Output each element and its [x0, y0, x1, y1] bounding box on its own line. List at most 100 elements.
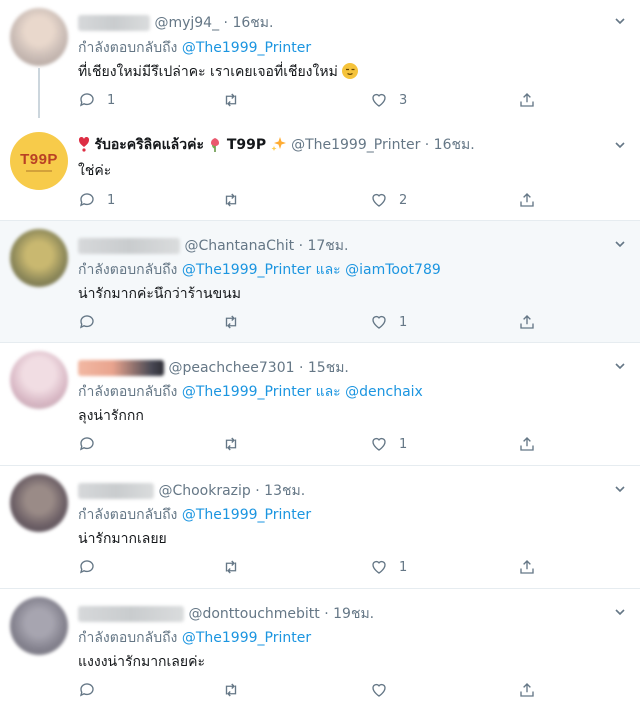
emoji-icon [342, 63, 359, 79]
tweet[interactable]: @myj94_ · 16ชม. กำลังตอบกลับถึง @The1999… [0, 0, 640, 124]
tweet-actions: 1 [78, 557, 548, 577]
mention-link[interactable]: @iamToot789 [345, 262, 441, 278]
blurred-display-name [78, 606, 184, 622]
tweet-time[interactable]: · 13ชม. [255, 483, 305, 499]
retweet-button[interactable] [222, 557, 251, 577]
share-icon [520, 683, 534, 697]
chevron-down-icon[interactable] [614, 235, 626, 248]
tweet-time[interactable]: · 16ชม. [224, 15, 274, 31]
mention-link[interactable]: @denchaix [345, 384, 423, 400]
retweet-button[interactable] [222, 434, 251, 454]
reply-button[interactable]: 1 [78, 190, 115, 210]
retweet-button[interactable] [222, 312, 251, 332]
reply-icon [79, 683, 94, 697]
and-word: และ [315, 262, 341, 278]
reply-icon [79, 315, 94, 329]
mention-link[interactable]: @The1999_Printer [182, 40, 311, 56]
like-button[interactable] [370, 680, 399, 700]
reply-button[interactable] [78, 434, 107, 454]
reply-icon [79, 437, 94, 451]
chevron-down-icon[interactable] [614, 480, 626, 493]
tweet-header: รับอะคริลิคแล้วค่ะ T99P @The1999_Printer… [78, 134, 475, 156]
reply-prefix: กำลังตอบกลับถึง [78, 630, 178, 646]
avatar[interactable] [10, 8, 68, 66]
blurred-display-name [78, 483, 154, 499]
blurred-display-name [78, 360, 164, 376]
share-button[interactable] [518, 557, 536, 577]
avatar[interactable] [10, 351, 68, 409]
chevron-down-icon[interactable] [614, 136, 626, 149]
heart-icon [372, 560, 386, 574]
tweet[interactable]: @Chookrazip · 13ชม. กำลังตอบกลับถึง @The… [0, 466, 640, 589]
user-handle[interactable]: @Chookrazip [158, 483, 250, 499]
retweet-icon [225, 437, 237, 451]
heart-icon [372, 193, 386, 207]
tweet-actions: 1 [78, 312, 548, 332]
retweet-button[interactable] [222, 90, 251, 110]
heart-icon [372, 93, 386, 107]
share-icon [520, 437, 534, 451]
reply-icon [79, 93, 94, 107]
reply-icon [79, 560, 94, 574]
share-button[interactable] [518, 90, 536, 110]
mention-link[interactable]: @The1999_Printer [182, 507, 311, 523]
like-button[interactable]: 1 [370, 557, 407, 577]
chevron-down-icon[interactable] [614, 12, 626, 25]
tweet-text: น่ารักมากค่ะนึกว่าร้านขนม [78, 286, 241, 302]
share-icon [520, 193, 534, 207]
reply-button[interactable] [78, 312, 107, 332]
avatar[interactable]: T99P [10, 132, 68, 190]
heart-emoji-icon [78, 136, 90, 152]
retweet-button[interactable] [222, 680, 251, 700]
like-count: 2 [399, 192, 408, 208]
user-handle[interactable]: @peachchee7301 [168, 360, 294, 376]
replying-to: กำลังตอบกลับถึง @The1999_Printer [78, 627, 311, 649]
like-button[interactable]: 1 [370, 312, 407, 332]
heart-icon [372, 683, 386, 697]
blurred-display-name [78, 238, 180, 254]
chevron-down-icon[interactable] [614, 357, 626, 370]
mention-link[interactable]: @The1999_Printer [182, 630, 311, 646]
avatar[interactable] [10, 474, 68, 532]
reply-prefix: กำลังตอบกลับถึง [78, 507, 178, 523]
chevron-down-icon[interactable] [614, 603, 626, 616]
user-handle[interactable]: @The1999_Printer [291, 137, 420, 153]
mention-link[interactable]: @The1999_Printer [182, 384, 311, 400]
tweet[interactable]: @ChantanaChit · 17ชม. กำลังตอบกลับถึง @T… [0, 221, 640, 343]
like-count: 1 [399, 314, 408, 330]
like-button[interactable]: 3 [370, 90, 407, 110]
share-button[interactable] [518, 312, 536, 332]
replying-to: กำลังตอบกลับถึง @The1999_Printer และ @ia… [78, 259, 441, 281]
tweet-time[interactable]: · 17ชม. [299, 238, 349, 254]
tweet-time[interactable]: · 19ชม. [324, 606, 374, 622]
reply-prefix: กำลังตอบกลับถึง [78, 262, 178, 278]
display-name-suffix[interactable]: T99P [227, 137, 266, 153]
tweet-header: @myj94_ · 16ชม. [78, 12, 273, 34]
tweet[interactable]: @peachchee7301 · 15ชม. กำลังตอบกลับถึง @… [0, 343, 640, 466]
avatar[interactable] [10, 229, 68, 287]
user-handle[interactable]: @ChantanaChit [184, 238, 294, 254]
share-button[interactable] [518, 680, 536, 700]
tweet-time[interactable]: · 15ชม. [299, 360, 349, 376]
share-button[interactable] [518, 190, 536, 210]
like-button[interactable]: 1 [370, 434, 407, 454]
tweet[interactable]: @donttouchmebitt · 19ชม. กำลังตอบกลับถึง… [0, 589, 640, 713]
user-handle[interactable]: @donttouchmebitt [188, 606, 319, 622]
mention-link[interactable]: @The1999_Printer [182, 262, 311, 278]
tweet-text: แงงงน่ารักมากเลยค่ะ [78, 654, 205, 670]
reply-button[interactable] [78, 680, 107, 700]
like-count: 1 [399, 436, 408, 452]
share-button[interactable] [518, 434, 536, 454]
thread-line [38, 68, 40, 124]
display-name[interactable]: รับอะคริลิคแล้วค่ะ [94, 137, 204, 153]
like-button[interactable]: 2 [370, 190, 407, 210]
user-handle[interactable]: @myj94_ [154, 15, 219, 31]
reply-button[interactable]: 1 [78, 90, 115, 110]
avatar[interactable] [10, 597, 68, 655]
tweet-time[interactable]: · 16ชม. [425, 137, 475, 153]
tweet-actions: 1 3 [78, 90, 548, 110]
reply-button[interactable] [78, 557, 107, 577]
tulip-emoji-icon [208, 136, 222, 152]
retweet-button[interactable] [222, 190, 251, 210]
tweet[interactable]: T99P รับอะคริลิคแล้วค่ะ T99P @The1999_Pr… [0, 118, 640, 221]
